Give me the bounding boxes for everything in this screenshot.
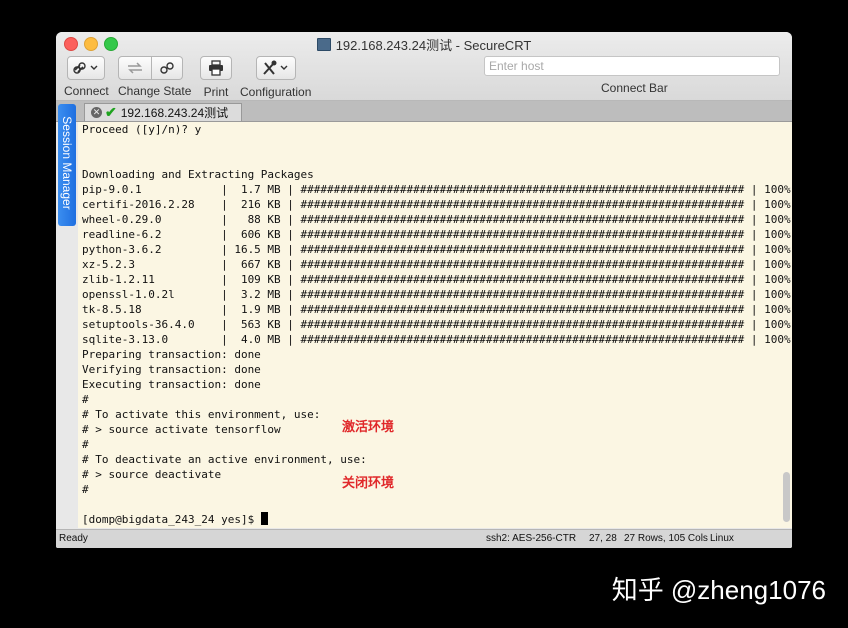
window-title: 192.168.243.24测试 - SecureCRT (56, 35, 792, 54)
session-manager-tab[interactable]: Session Manager (58, 104, 76, 226)
connected-check-icon: ✔ (105, 104, 117, 120)
status-cipher: ssh2: AES-256-CTR (486, 533, 577, 544)
reconnect-button[interactable] (118, 56, 152, 80)
change-state-tool: Change State (118, 56, 191, 98)
activate-annotation: 激活环境 (342, 419, 395, 434)
status-state: Ready (59, 533, 88, 544)
terminal-scrollbar[interactable] (783, 472, 790, 522)
connect-label: Connect (64, 84, 109, 98)
print-label: Print (203, 85, 229, 99)
wrench-screwdriver-icon (262, 60, 288, 75)
print-button[interactable] (200, 56, 232, 80)
status-dims: 27 Rows, 105 Cols (624, 533, 708, 544)
connect-tool: Connect (64, 56, 109, 98)
session-tab-label: 192.168.243.24测试 (120, 106, 229, 120)
connect-button[interactable] (67, 56, 106, 80)
configuration-tool: Configuration (240, 56, 311, 99)
session-manager-label: Session Manager (60, 116, 74, 210)
session-tab[interactable]: ✕ ✔ 192.168.243.24测试 (84, 103, 242, 121)
zhihu-watermark: 知乎 @zheng1076 (611, 575, 826, 605)
change-state-label: Change State (118, 84, 192, 98)
terminal-icon (316, 38, 331, 51)
close-tab-icon[interactable]: ✕ (91, 107, 102, 118)
deactivate-annotation: 关闭环境 (342, 475, 395, 490)
configuration-button[interactable] (255, 56, 296, 80)
print-tool: Print (200, 56, 232, 99)
terminal-area[interactable]: Proceed ([y]/n)? y Downloading and Extra… (78, 122, 792, 528)
securecrt-window: 192.168.243.24测试 - SecureCRT Connect Cha… (56, 32, 792, 548)
link-icon (73, 62, 98, 74)
connect-bar-label: Connect Bar (601, 81, 668, 95)
status-cursor-pos: 27, 28 (589, 533, 617, 544)
broken-link-icon (160, 62, 174, 74)
session-tab-strip: ✕ ✔ 192.168.243.24测试 (56, 101, 792, 122)
enter-host-input[interactable] (484, 56, 780, 76)
status-os: Linux (710, 533, 734, 544)
terminal-cursor (261, 512, 268, 525)
window-title-text: 192.168.243.24测试 - SecureCRT (335, 38, 532, 53)
reconnect-icon (128, 62, 142, 74)
configuration-label: Configuration (240, 85, 312, 99)
printer-icon (209, 60, 223, 76)
disconnect-button[interactable] (152, 56, 183, 80)
status-bar: Ready ssh2: AES-256-CTR 27, 28 27 Rows, … (56, 529, 792, 548)
terminal-output: Proceed ([y]/n)? y Downloading and Extra… (82, 123, 791, 526)
title-bar: 192.168.243.24测试 - SecureCRT Connect Cha… (56, 32, 792, 101)
